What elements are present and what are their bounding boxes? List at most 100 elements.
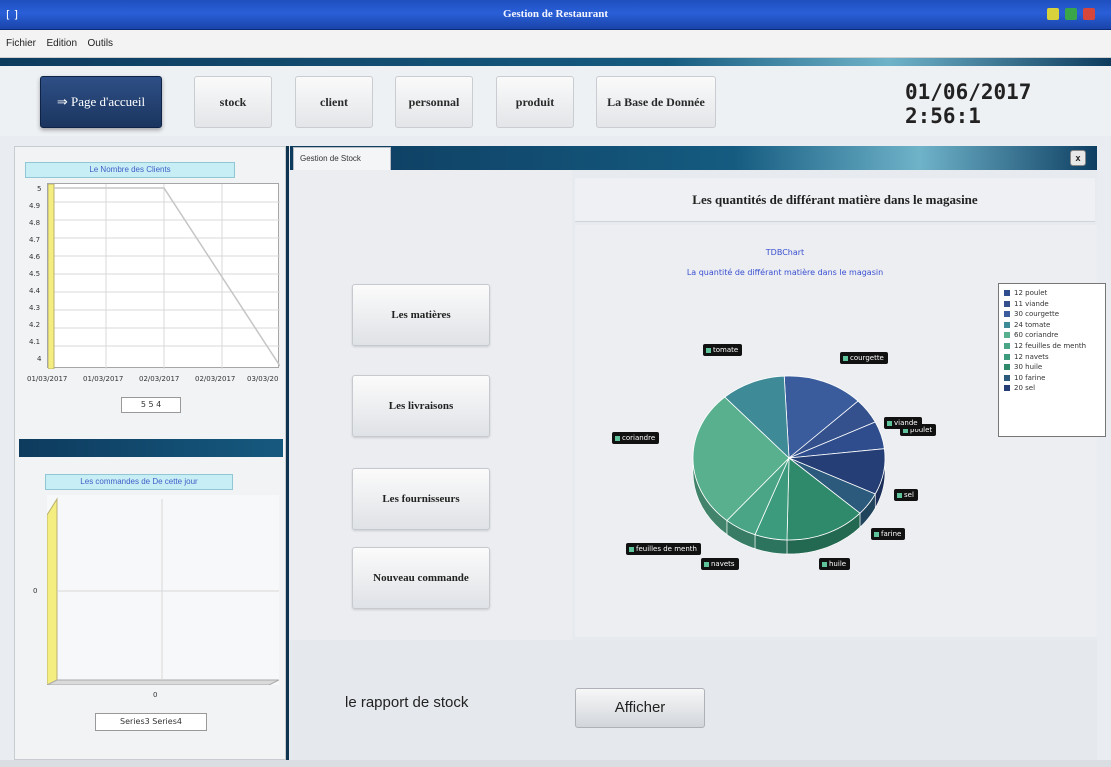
legend-swatch-icon: [1004, 300, 1010, 307]
close-window-button[interactable]: [1083, 8, 1095, 20]
matieres-button[interactable]: Les matières: [352, 284, 490, 346]
pie-label-text: navets: [711, 560, 735, 568]
label-swatch-icon: [822, 561, 827, 567]
pie-legend-item: 11 viande: [1004, 299, 1105, 310]
menu-outils[interactable]: Outils: [88, 38, 114, 49]
y-tick: 4.5: [29, 270, 41, 278]
pie-label-text: viande: [894, 419, 918, 427]
pie-legend-text: 12 navets: [1014, 352, 1049, 361]
pie-legend-item: 24 tomate: [1004, 320, 1105, 331]
livraisons-button[interactable]: Les livraisons: [352, 375, 490, 437]
menu-fichier[interactable]: Fichier: [6, 38, 36, 49]
status-bar: [0, 760, 1111, 767]
y-tick: 5: [37, 185, 42, 193]
orders-chart-svg: [46, 497, 280, 686]
database-button[interactable]: La Base de Donnée: [596, 76, 716, 128]
clock-display: 01/06/2017 2:56:1: [905, 80, 1032, 128]
afficher-button[interactable]: Afficher: [575, 688, 705, 728]
pie-label-coriandre: coriandre: [612, 432, 660, 444]
orders-chart-legend: Series3 Series4: [95, 713, 207, 731]
tab-gestion-stock[interactable]: Gestion de Stock: [293, 147, 391, 170]
x-tick: 01/03/2017: [27, 375, 68, 383]
orders-chart-plot: [46, 495, 280, 686]
tab-close-button[interactable]: x: [1070, 150, 1086, 166]
label-swatch-icon: [887, 420, 892, 426]
pie-legend-text: 30 huile: [1014, 363, 1043, 372]
pie-legend-item: 30 courgette: [1004, 309, 1105, 320]
left-panel: Le Nombre des Clients 5 4.9 4.8 4.7 4.6 …: [14, 146, 286, 760]
y-tick: 4.3: [29, 304, 41, 312]
legend-swatch-icon: [1004, 321, 1010, 328]
pie-legend-item: 12 feuilles de menth: [1004, 341, 1105, 352]
x-tick: 02/03/2017: [195, 375, 236, 383]
pie-label-tomate: tomate: [703, 344, 743, 356]
produit-button[interactable]: produit: [496, 76, 574, 128]
panel-divider: [19, 439, 283, 457]
legend-swatch-icon: [1004, 374, 1010, 381]
menu-bar: Fichier Edition Outils: [0, 30, 1111, 58]
window-title: Gestion de Restaurant: [502, 8, 609, 20]
y-tick: 4.4: [29, 287, 41, 295]
pie-label-courgette: courgette: [840, 352, 888, 364]
y-tick: 4.2: [29, 321, 41, 329]
pie-label-viande: viande: [884, 417, 922, 429]
personnal-button[interactable]: personnal: [395, 76, 473, 128]
label-swatch-icon: [615, 435, 620, 441]
legend-swatch-icon: [1004, 342, 1010, 349]
pie-label-sel: sel: [894, 489, 918, 501]
pie-label-feuilles-de-menth: feuilles de menth: [626, 543, 701, 555]
stock-chart-header: Les quantités de différant matière dans …: [575, 178, 1095, 222]
legend-swatch-icon: [1004, 311, 1010, 318]
label-swatch-icon: [704, 561, 709, 567]
label-swatch-icon: [629, 546, 634, 552]
legend-swatch-icon: [1004, 353, 1010, 360]
pie-label-huile: huile: [819, 558, 851, 570]
orders-chart-title: Les commandes de De cette jour: [45, 474, 233, 490]
pie-legend-text: 30 courgette: [1014, 310, 1060, 319]
stock-button[interactable]: stock: [194, 76, 272, 128]
y-tick: 4.7: [29, 236, 41, 244]
pie-legend-item: 12 poulet: [1004, 288, 1105, 299]
pie-legend-item: 20 sel: [1004, 383, 1105, 394]
clients-chart-title: Le Nombre des Clients: [25, 162, 235, 178]
clients-chart-legend: 5 5 4: [121, 397, 181, 413]
menu-edition[interactable]: Edition: [46, 38, 77, 49]
x-tick: 03/03/20: [247, 375, 279, 383]
pie-legend: 12 poulet 11 viande 30 courgette 24 tomate 6…: [998, 283, 1106, 437]
pie-label-text: farine: [881, 530, 902, 538]
legend-swatch-icon: [1004, 290, 1010, 296]
maximize-button[interactable]: [1065, 8, 1077, 20]
home-button[interactable]: ⇒ Page d'accueil: [40, 76, 162, 128]
rapport-label: le rapport de stock: [345, 694, 469, 711]
legend-swatch-icon: [1004, 364, 1010, 371]
arrow-right-icon: ⇒: [56, 95, 68, 110]
minimize-button[interactable]: [1047, 8, 1059, 20]
nouveau-commande-button[interactable]: Nouveau commande: [352, 547, 490, 609]
pie-legend-item: 60 coriandre: [1004, 330, 1105, 341]
label-swatch-icon: [706, 347, 711, 353]
pie-legend-item: 12 navets: [1004, 352, 1105, 363]
y-tick: 4.1: [29, 338, 41, 346]
pie-legend-text: 20 sel: [1014, 384, 1036, 393]
fournisseurs-button[interactable]: Les fournisseurs: [352, 468, 490, 530]
x-tick: 02/03/2017: [139, 375, 180, 383]
y-tick: 4.6: [29, 253, 41, 261]
pie-label-text: feuilles de menth: [636, 545, 697, 553]
x-tick: 01/03/2017: [83, 375, 124, 383]
left-separator: [286, 146, 289, 760]
clients-series-line: [54, 187, 281, 367]
pie-label-text: huile: [829, 560, 847, 568]
pie-legend-text: 12 poulet: [1014, 289, 1048, 297]
title-bar: [ ] Gestion de Restaurant: [0, 0, 1111, 30]
pie-legend-item: 10 farine: [1004, 373, 1105, 384]
pie-label-text: sel: [904, 491, 914, 499]
label-swatch-icon: [843, 355, 848, 361]
pie-legend-text: 12 feuilles de menth: [1014, 341, 1087, 350]
pie-label-text: coriandre: [622, 434, 656, 442]
client-button[interactable]: client: [295, 76, 373, 128]
pie-label-farine: farine: [871, 528, 906, 540]
pie-legend-item: 30 huile: [1004, 362, 1105, 373]
y-tick: 4.8: [29, 219, 41, 227]
clients-chart-svg: [47, 183, 281, 370]
legend-swatch-icon: [1004, 332, 1010, 339]
